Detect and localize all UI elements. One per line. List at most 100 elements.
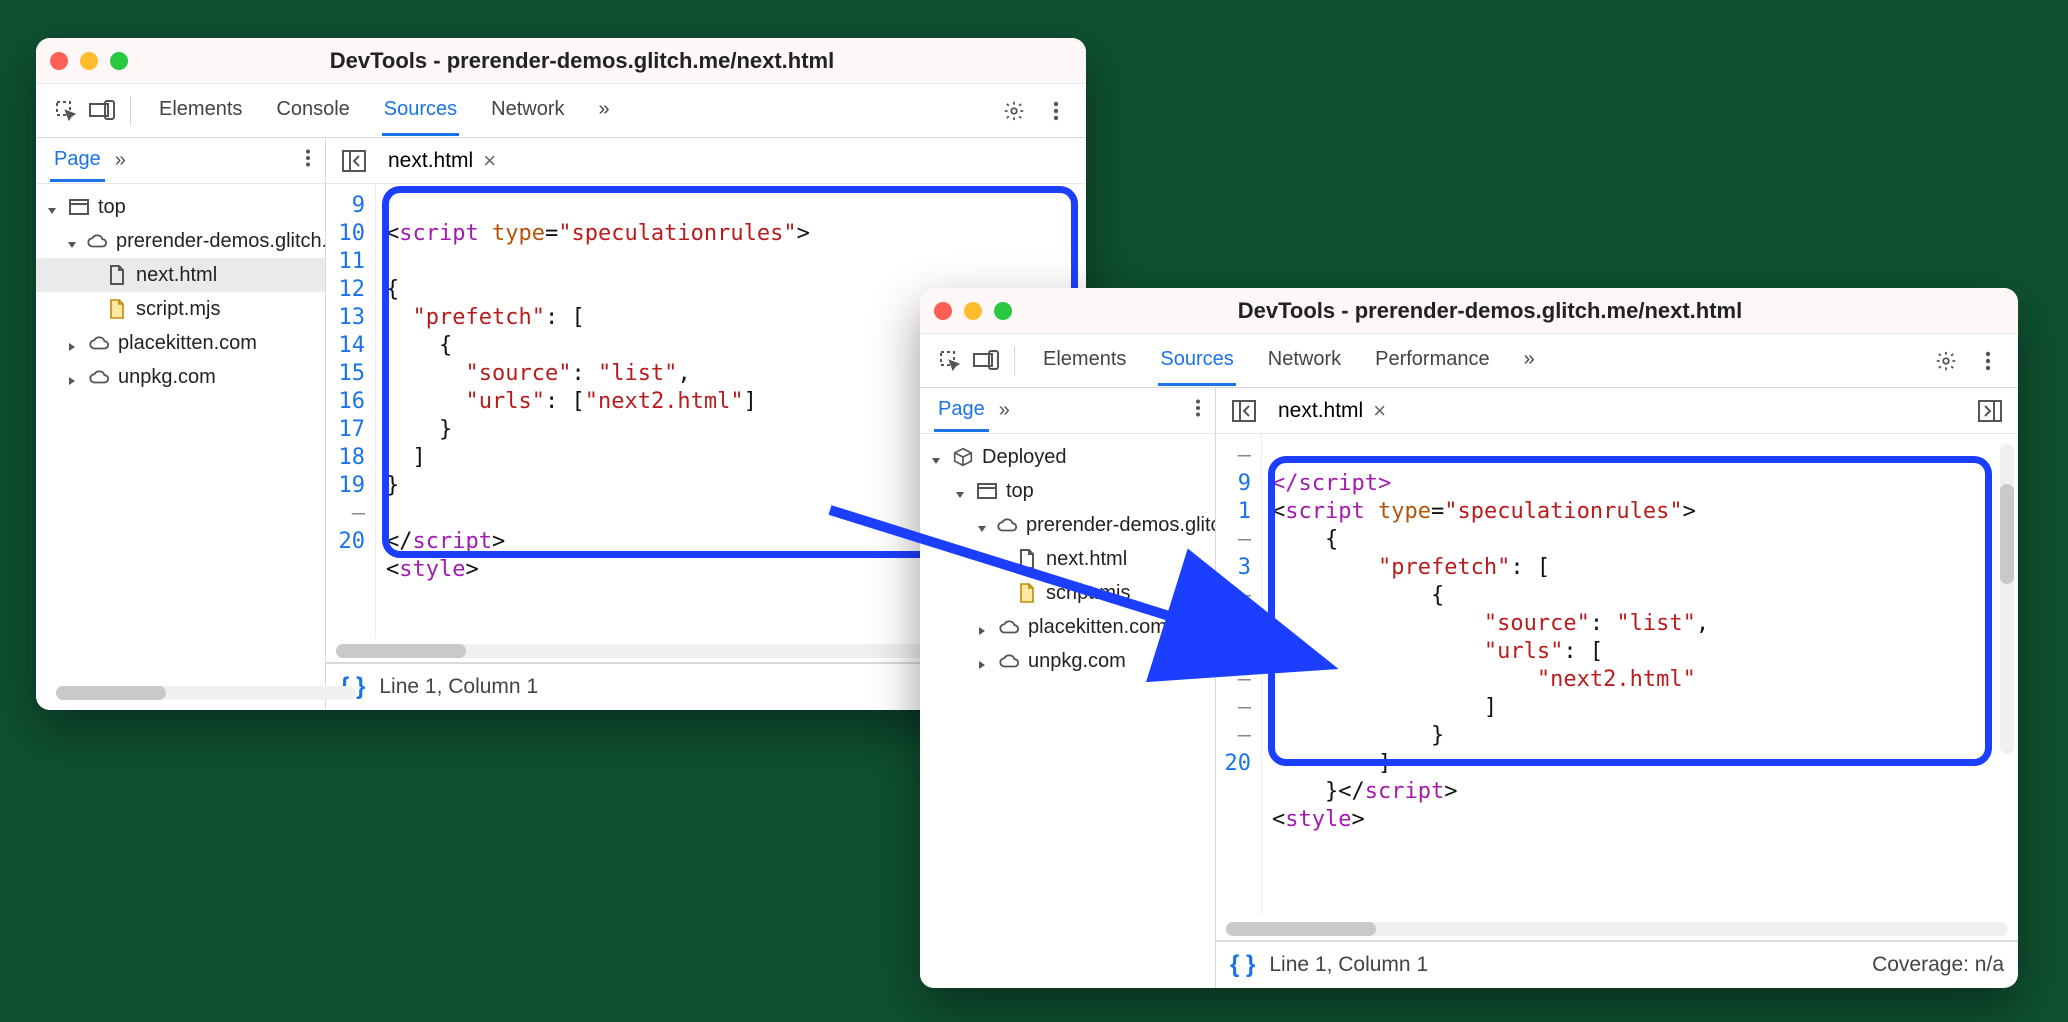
- panel-tabs: Elements Sources Network Performance »: [1041, 336, 1928, 386]
- tab-sources[interactable]: Sources: [382, 86, 459, 136]
- cursor-position: Line 1, Column 1: [1269, 953, 1428, 977]
- devtools-window-b: DevTools - prerender-demos.glitch.me/nex…: [920, 288, 2018, 988]
- minimize-icon[interactable]: [964, 302, 982, 320]
- scroll-thumb[interactable]: [2000, 484, 2014, 584]
- sidebar-tab-page[interactable]: Page: [50, 140, 105, 182]
- zoom-icon[interactable]: [110, 52, 128, 70]
- gear-icon[interactable]: [996, 93, 1032, 129]
- tab-performance[interactable]: Performance: [1373, 336, 1492, 386]
- tree-row-file-script[interactable]: script.mjs: [36, 292, 325, 326]
- tree-row-origin[interactable]: unpkg.com: [920, 644, 1215, 678]
- pretty-print-icon[interactable]: { }: [1230, 951, 1255, 979]
- tree-label: placekitten.com: [118, 332, 257, 355]
- tab-elements[interactable]: Elements: [157, 86, 244, 136]
- editor-panel: next.html × –91–3––6–––20 </script> <scr…: [1216, 388, 2018, 988]
- sidebar-scrollbar[interactable]: [56, 686, 356, 700]
- titlebar: DevTools - prerender-demos.glitch.me/nex…: [920, 288, 2018, 334]
- scroll-thumb[interactable]: [1226, 922, 1376, 936]
- tree-label: prerender-demos.glitch.me: [1026, 514, 1215, 537]
- window-controls: [934, 302, 1012, 320]
- tab-network[interactable]: Network: [489, 86, 566, 136]
- tree-label: script.mjs: [1046, 582, 1130, 605]
- panel-tabs: Elements Console Sources Network »: [157, 86, 996, 136]
- close-icon[interactable]: [50, 52, 68, 70]
- line-gutter: –91–3––6–––20: [1216, 434, 1262, 916]
- tree-row-top[interactable]: top: [36, 190, 325, 224]
- tab-console[interactable]: Console: [274, 86, 351, 136]
- tabs-overflow[interactable]: »: [597, 86, 612, 136]
- tree-row-origin[interactable]: unpkg.com: [36, 360, 325, 394]
- tree-label: script.mjs: [136, 298, 220, 321]
- tree-row-file-script[interactable]: script.mjs: [920, 576, 1215, 610]
- close-icon[interactable]: ×: [1373, 398, 1386, 424]
- scroll-thumb[interactable]: [336, 644, 466, 658]
- tree-label: placekitten.com: [1028, 616, 1167, 639]
- minimize-icon[interactable]: [80, 52, 98, 70]
- device-toolbar-icon[interactable]: [968, 343, 1004, 379]
- sidebar-kebab-icon[interactable]: [1195, 399, 1201, 423]
- close-icon[interactable]: [934, 302, 952, 320]
- window-controls: [50, 52, 128, 70]
- kebab-icon[interactable]: [1970, 343, 2006, 379]
- scroll-thumb[interactable]: [56, 686, 166, 700]
- cloud-icon: [996, 514, 1018, 536]
- tree-label: prerender-demos.glitch.me: [116, 230, 325, 253]
- package-icon: [952, 446, 974, 468]
- cloud-icon: [998, 650, 1020, 672]
- horizontal-scrollbar[interactable]: [1226, 922, 2008, 936]
- kebab-icon[interactable]: [1038, 93, 1074, 129]
- tree-row-file-next[interactable]: next.html: [920, 542, 1215, 576]
- tab-elements[interactable]: Elements: [1041, 336, 1128, 386]
- editor-tab-next[interactable]: next.html ×: [382, 148, 502, 174]
- device-toolbar-icon[interactable]: [84, 93, 120, 129]
- gear-icon[interactable]: [1928, 343, 1964, 379]
- toggle-debugger-icon[interactable]: [1972, 393, 2008, 429]
- sidebar-tab-page[interactable]: Page: [934, 390, 989, 432]
- tree-row-top[interactable]: top: [920, 474, 1215, 508]
- sidebar-tabs-overflow[interactable]: »: [999, 399, 1010, 422]
- tree-row-origin[interactable]: placekitten.com: [920, 610, 1215, 644]
- editor-body[interactable]: –91–3––6–––20 </script> <script type="sp…: [1216, 434, 2018, 916]
- cloud-icon: [998, 616, 1020, 638]
- devtools-header: Elements Sources Network Performance »: [920, 334, 2018, 388]
- cursor-position: Line 1, Column 1: [379, 675, 538, 699]
- tree-row-origin[interactable]: placekitten.com: [36, 326, 325, 360]
- sidebar-head: Page »: [920, 388, 1215, 434]
- file-icon: [1016, 582, 1038, 604]
- devtools-header: Elements Console Sources Network »: [36, 84, 1086, 138]
- divider: [1014, 346, 1015, 376]
- cloud-icon: [86, 230, 108, 252]
- tree-label: top: [98, 196, 126, 219]
- tree-row-deployed[interactable]: Deployed: [920, 440, 1215, 474]
- tree-row-file-next[interactable]: next.html: [36, 258, 325, 292]
- tabs-overflow[interactable]: »: [1522, 336, 1537, 386]
- tree-label: Deployed: [982, 446, 1067, 469]
- tab-sources[interactable]: Sources: [1158, 336, 1235, 386]
- sidebar-kebab-icon[interactable]: [305, 149, 311, 173]
- zoom-icon[interactable]: [994, 302, 1012, 320]
- tree-label: top: [1006, 480, 1034, 503]
- status-bar: { } Line 1, Column 1 Coverage: n/a: [1216, 940, 2018, 988]
- vertical-scrollbar[interactable]: [2000, 444, 2014, 754]
- tree-label: next.html: [136, 264, 217, 287]
- tab-network[interactable]: Network: [1266, 336, 1343, 386]
- window-title: DevTools - prerender-demos.glitch.me/nex…: [152, 48, 1012, 74]
- cloud-icon: [88, 366, 110, 388]
- inspect-icon[interactable]: [932, 343, 968, 379]
- close-icon[interactable]: ×: [483, 148, 496, 174]
- tree-label: unpkg.com: [1028, 650, 1126, 673]
- file-tree: top prerender-demos.glitch.me next.html …: [36, 184, 325, 400]
- code-content[interactable]: </script> <script type="speculationrules…: [1262, 434, 2018, 916]
- tree-label: unpkg.com: [118, 366, 216, 389]
- sidebar-tabs-overflow[interactable]: »: [115, 149, 126, 172]
- sidebar-head: Page »: [36, 138, 325, 184]
- toggle-navigator-icon[interactable]: [1226, 393, 1262, 429]
- tree-row-origin[interactable]: prerender-demos.glitch.me: [920, 508, 1215, 542]
- editor-tab-label: next.html: [1278, 399, 1363, 423]
- toggle-navigator-icon[interactable]: [336, 143, 372, 179]
- tree-label: next.html: [1046, 548, 1127, 571]
- editor-tab-next[interactable]: next.html ×: [1272, 398, 1392, 424]
- inspect-icon[interactable]: [48, 93, 84, 129]
- tree-row-origin[interactable]: prerender-demos.glitch.me: [36, 224, 325, 258]
- file-tree: Deployed top prerender-demos.glitch.me n…: [920, 434, 1215, 684]
